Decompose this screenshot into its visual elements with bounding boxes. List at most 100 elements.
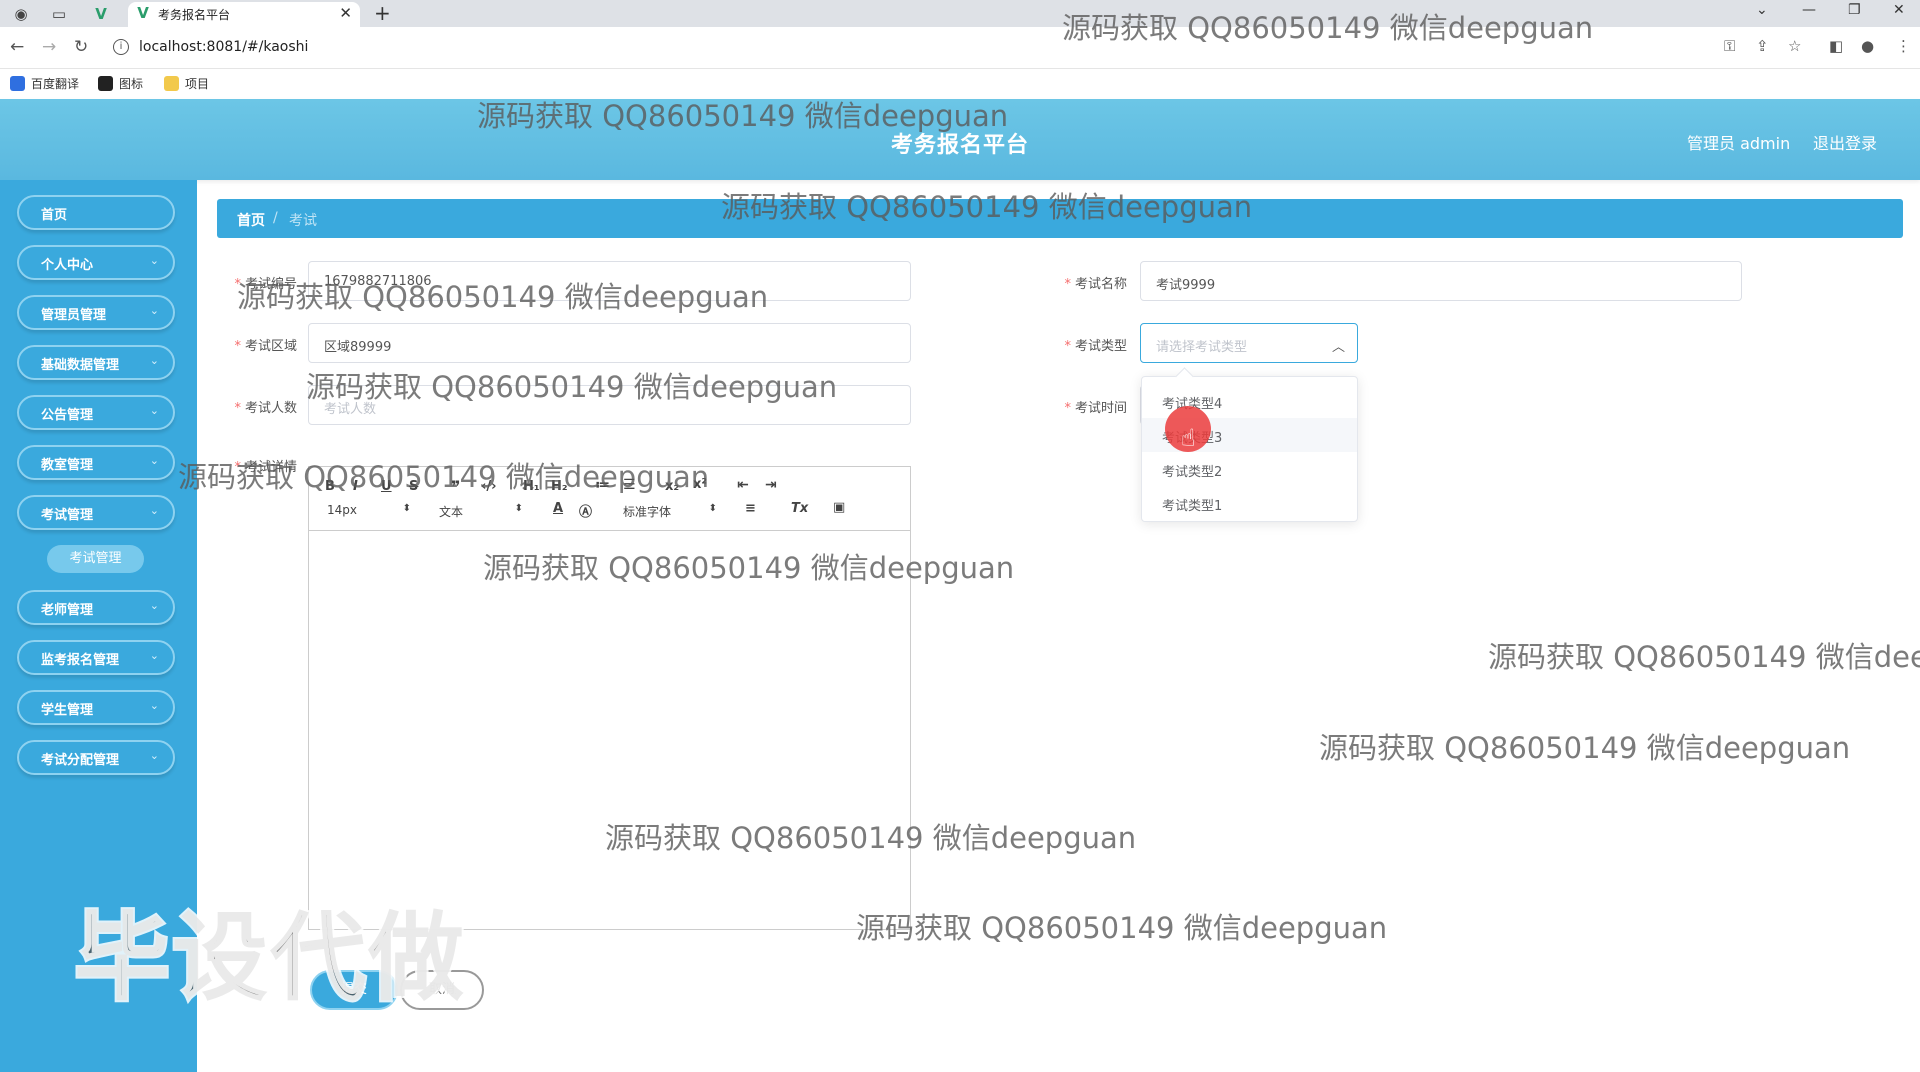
icons-site-icon — [98, 76, 113, 91]
align-icon[interactable]: ≡ — [745, 501, 756, 516]
chevron-down-icon: ⌄ — [149, 599, 159, 612]
more-menu-icon[interactable]: ⋮ — [1896, 37, 1911, 55]
watermark-text: 源码获取 QQ86050149 微信deepguan — [1319, 731, 1851, 765]
exam-area-value: 区域89999 — [324, 340, 392, 355]
font-size-select[interactable]: 14px ⬍ — [327, 503, 411, 517]
font-color-icon[interactable]: A — [553, 501, 563, 516]
exam-area-input[interactable]: 区域89999 — [308, 323, 911, 363]
bookmark-label: 百度翻译 — [31, 77, 80, 91]
exam-area-label: * 考试区域 — [234, 339, 297, 354]
watermark-text: 源码获取 QQ86050149 微信deepguan — [856, 911, 1388, 945]
sidebar-item-label: 监考报名管理 — [41, 653, 120, 668]
pinned-tab-icon[interactable]: ▭ — [48, 3, 70, 25]
dropdown-option[interactable]: 考试类型1 — [1142, 486, 1357, 520]
address-bar: ← → ↻ i localhost:8081/#/kaoshi ⚿ ⇪ ☆ ◧ … — [0, 27, 1920, 69]
watermark-text: 源码获取 QQ86050149 微信dee — [1488, 640, 1920, 674]
sidebar-item-basic-data[interactable]: 基础数据管理 ⌄ — [17, 345, 175, 380]
sidebar-item-proctor-signup[interactable]: 监考报名管理 ⌄ — [17, 640, 175, 675]
sidebar-item-admins[interactable]: 管理员管理 ⌄ — [17, 295, 175, 330]
chevron-down-icon: ⌄ — [149, 454, 159, 467]
font-family-select[interactable]: 标准字体 ⬍ — [623, 503, 717, 520]
logout-link[interactable]: 退出登录 — [1813, 130, 1877, 154]
bookmark-star-icon[interactable]: ☆ — [1788, 37, 1801, 55]
exam-name-label: * 考试名称 — [1064, 277, 1127, 292]
sidebar-item-classrooms[interactable]: 教室管理 ⌄ — [17, 445, 175, 480]
sidebar-item-home[interactable]: 首页 — [17, 195, 175, 230]
exam-type-label: * 考试类型 — [1064, 339, 1127, 354]
vue-favicon-icon: V — [137, 4, 149, 22]
tab-search-icon[interactable]: ⌄ — [1756, 2, 1768, 18]
sidebar-item-exam-allocation[interactable]: 考试分配管理 ⌄ — [17, 740, 175, 775]
block-type-value: 文本 — [439, 505, 464, 519]
sidebar-item-label: 首页 — [41, 208, 68, 223]
back-icon[interactable]: ← — [10, 37, 24, 57]
minimize-icon[interactable]: — — [1802, 2, 1816, 18]
sidebar-item-label: 基础数据管理 — [41, 358, 120, 373]
editor-content-area[interactable] — [309, 531, 910, 929]
dropdown-option-label: 考试类型1 — [1162, 499, 1223, 514]
dropdown-option-label: 考试类型2 — [1162, 465, 1223, 480]
sidebar-item-label: 管理员管理 — [41, 308, 107, 323]
sidebar-item-notices[interactable]: 公告管理 ⌄ — [17, 395, 175, 430]
reload-icon[interactable]: ↻ — [74, 37, 88, 57]
chevron-down-icon: ⌄ — [149, 699, 159, 712]
admin-user-label[interactable]: 管理员 admin — [1687, 130, 1790, 154]
key-icon[interactable]: ⚿ — [1724, 37, 1735, 55]
font-family-value: 标准字体 — [623, 505, 672, 519]
exam-name-value: 考试9999 — [1156, 278, 1216, 293]
bookmark-label: 图标 — [119, 77, 144, 91]
outdent-icon[interactable]: ⇤ — [737, 477, 749, 493]
hand-cursor-icon: ☝ — [1181, 424, 1196, 452]
chevron-down-icon: ⌄ — [149, 304, 159, 317]
watermark-text: 源码获取 QQ86050149 微信deepguan — [483, 551, 1015, 585]
browser-tab-active[interactable]: V 考务报名平台 ✕ — [128, 2, 360, 27]
tab-close-icon[interactable]: ✕ — [339, 4, 352, 22]
bookmark-folder-project[interactable]: 项目 — [164, 75, 209, 92]
url-text: localhost:8081/#/kaoshi — [139, 39, 309, 55]
sidebar-subitem-exam-management[interactable]: 考试管理 — [47, 545, 144, 573]
restore-icon[interactable]: ❐ — [1848, 2, 1861, 18]
exam-count-label: * 考试人数 — [234, 401, 297, 416]
exam-name-input[interactable]: 考试9999 — [1140, 261, 1742, 301]
watermark-text: 源码获取 QQ86050149 微信deepguan — [178, 460, 710, 494]
indent-icon[interactable]: ⇥ — [765, 477, 777, 493]
browser-tab-bar: ◉ ▭ V V 考务报名平台 ✕ + ⌄ — ❐ ✕ — [0, 0, 1920, 27]
share-icon[interactable]: ⇪ — [1756, 37, 1769, 55]
profile-icon[interactable]: ● — [1861, 37, 1874, 55]
new-tab-icon[interactable]: + — [374, 1, 391, 25]
sidebar-item-exams[interactable]: 考试管理 ⌄ — [17, 495, 175, 530]
dropdown-option[interactable]: 考试类型2 — [1142, 452, 1357, 486]
sidebar-item-label: 教室管理 — [41, 458, 94, 473]
exam-type-placeholder: 请选择考试类型 — [1156, 340, 1248, 355]
exam-type-dropdown: 考试类型4 考试类型3 考试类型2 考试类型1 — [1141, 376, 1358, 522]
sidebar-item-students[interactable]: 学生管理 ⌄ — [17, 690, 175, 725]
pinned-vue-tab-icon[interactable]: V — [90, 3, 112, 25]
side-panel-icon[interactable]: ◧ — [1829, 37, 1843, 55]
block-type-select[interactable]: 文本 ⬍ — [439, 503, 523, 520]
forward-icon[interactable]: → — [42, 37, 56, 57]
bookmark-translate[interactable]: 百度翻译 — [10, 75, 79, 92]
sidebar-item-personal[interactable]: 个人中心 ⌄ — [17, 245, 175, 280]
browser-menu-icon[interactable]: ◉ — [10, 3, 32, 25]
watermark-text: 源码获取 QQ86050149 微信deepguan — [477, 99, 1009, 133]
sidebar-item-label: 老师管理 — [41, 603, 94, 618]
image-icon[interactable]: ▣ — [833, 500, 845, 515]
watermark-text: 源码获取 QQ86050149 微信deepguan — [306, 370, 838, 404]
sidebar-item-label: 考试分配管理 — [41, 753, 120, 768]
close-window-icon[interactable]: ✕ — [1893, 2, 1905, 18]
site-info-icon[interactable]: i — [113, 39, 129, 55]
sidebar-item-label: 学生管理 — [41, 703, 94, 718]
watermark-text: 源码获取 QQ86050149 微信deepguan — [721, 190, 1253, 224]
sidebar-subitem-label: 考试管理 — [69, 551, 122, 566]
watermark-big-text: 毕设代做 — [72, 900, 466, 1016]
exam-time-label: * 考试时间 — [1064, 401, 1127, 416]
clear-format-icon[interactable]: Tx — [791, 501, 808, 516]
bookmark-icons[interactable]: 图标 — [98, 75, 143, 92]
folder-icon — [164, 76, 179, 91]
watermark-text: 源码获取 QQ86050149 微信deepguan — [237, 280, 769, 314]
select-arrows-icon: ⬍ — [514, 503, 523, 514]
background-color-icon[interactable]: Ⓐ — [579, 501, 592, 520]
sidebar-item-teachers[interactable]: 老师管理 ⌄ — [17, 590, 175, 625]
breadcrumb-home[interactable]: 首页 — [237, 210, 265, 230]
exam-type-select[interactable]: 请选择考试类型 ︿ — [1140, 323, 1358, 363]
